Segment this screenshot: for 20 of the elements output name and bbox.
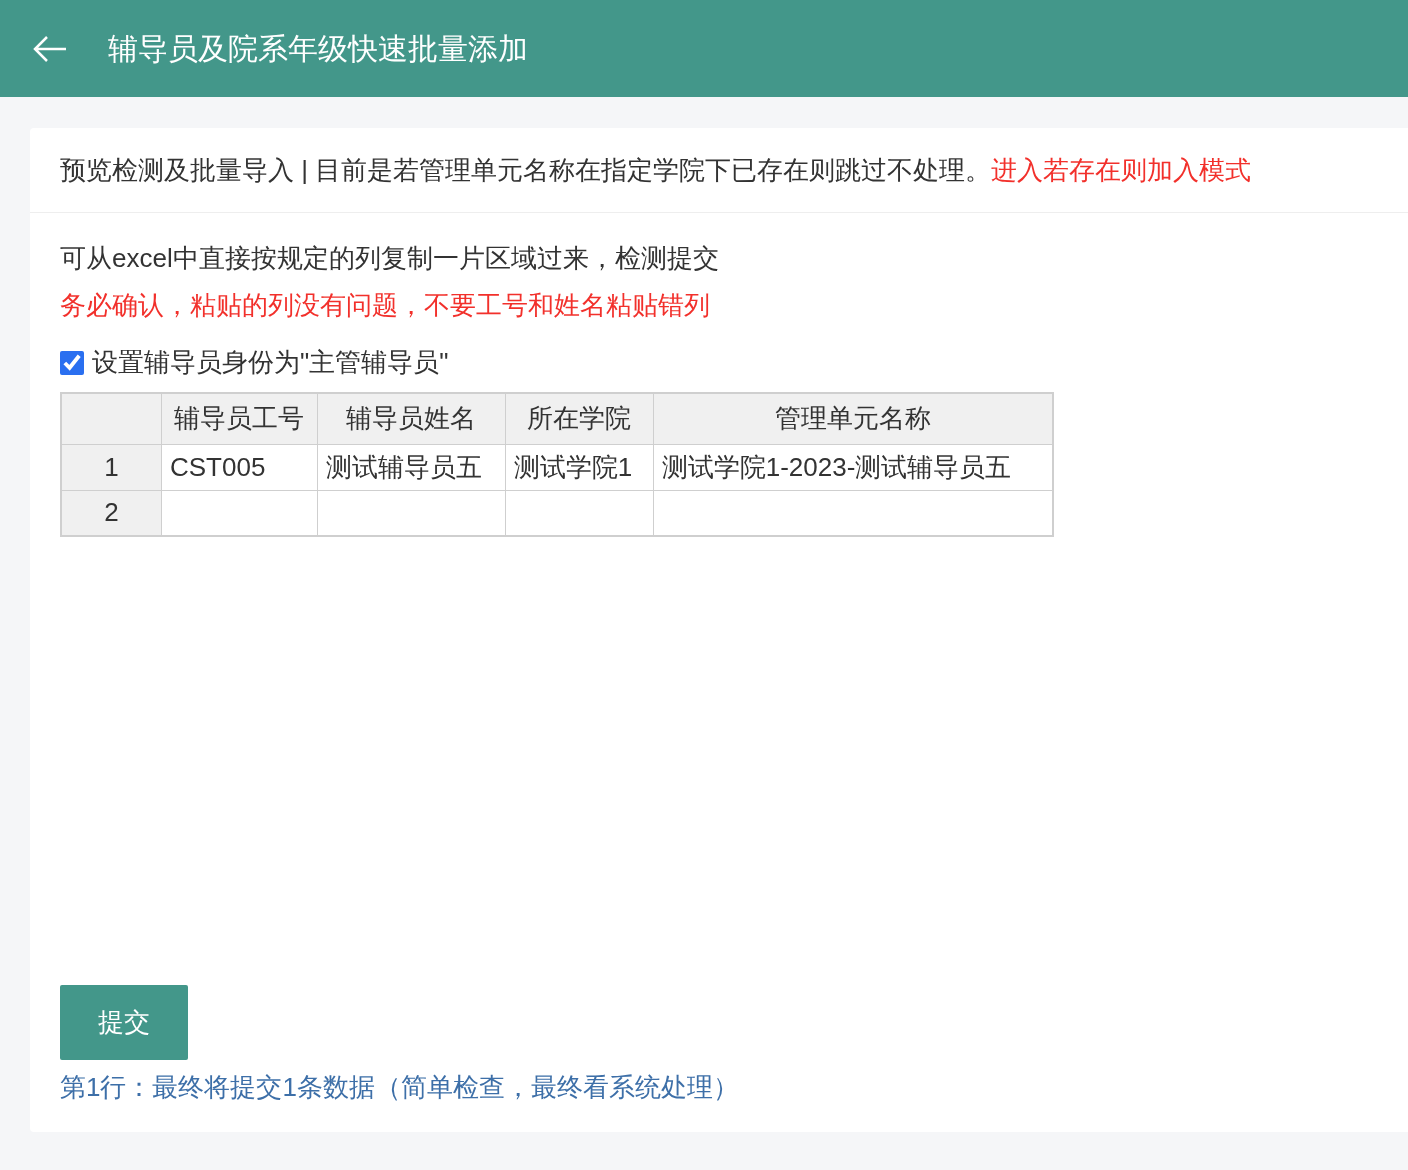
row-number: 2: [104, 497, 119, 528]
mode-link[interactable]: 进入若存在则加入模式: [991, 150, 1252, 190]
page-title: 辅导员及院系年级快速批量添加: [108, 31, 528, 67]
status-text: 第1行：最终将提交1条数据（简单检查，最终看系统处理）: [60, 1071, 740, 1104]
column-header: 管理单元名称: [774, 403, 931, 434]
warning-text: 务必确认，粘贴的列没有问题，不要工号和姓名粘贴错列: [60, 289, 711, 322]
back-arrow-icon[interactable]: [32, 33, 68, 64]
column-header: 辅导员工号: [174, 403, 305, 434]
column-header: 所在学院: [527, 403, 632, 434]
notice-text: 预览检测及批量导入 | 目前是若管理单元名称在指定学院下已存在则跳过不处理。: [60, 153, 992, 187]
table-cell: 测试辅导员五: [325, 451, 482, 482]
table-cell: 测试学院1-2023-测试辅导员五: [661, 451, 1012, 482]
column-header: 辅导员姓名: [346, 403, 477, 434]
table-cell: CST005: [170, 451, 266, 482]
row-number: 1: [104, 451, 119, 482]
submit-button[interactable]: 提交: [60, 985, 188, 1060]
table-cell: 测试学院1: [513, 451, 633, 482]
checkbox-label: 设置辅导员身份为"主管辅导员": [92, 346, 449, 379]
instruction-text: 可从excel中直接按规定的列复制一片区域过来，检测提交: [60, 242, 720, 275]
role-checkbox[interactable]: [60, 350, 84, 375]
